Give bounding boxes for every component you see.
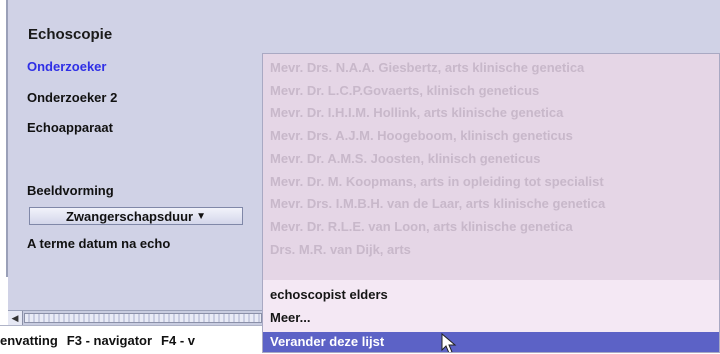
status-item-f4[interactable]: F4 - v — [161, 333, 195, 348]
menu-item[interactable]: Mevr. Dr. M. Koopmans, arts in opleiding… — [270, 174, 604, 189]
section-title: Echoscopie — [28, 26, 113, 43]
menu-item[interactable]: Drs. M.R. van Dijk, arts — [270, 242, 411, 257]
beeldvorming-label: Beeldvorming — [27, 183, 114, 198]
menu-item[interactable]: Mevr. Drs. I.M.B.H. van de Laar, arts kl… — [270, 196, 605, 211]
dropdown-value: Zwangerschapsduur — [65, 208, 194, 224]
status-bar: envatting F3 - navigator F4 - v — [0, 325, 264, 354]
menu-item-echoscopist-elders[interactable]: echoscopist elders — [270, 287, 388, 302]
menu-item[interactable]: Mevr. Dr. R.L.E. van Loon, arts klinisch… — [270, 219, 573, 234]
onderzoeker-label[interactable]: Onderzoeker — [27, 59, 106, 74]
menu-item[interactable]: Mevr. Dr. A.M.S. Joosten, klinisch genet… — [270, 151, 540, 166]
menu-item[interactable]: Mevr. Dr. I.H.I.M. Hollink, arts klinisc… — [270, 105, 563, 120]
a-terme-label: A terme datum na echo — [27, 236, 171, 251]
selected-item-label: Verander deze lijst — [270, 334, 385, 349]
echoapparaat-label: Echoapparaat — [27, 120, 113, 135]
status-item-samenvatting[interactable]: envatting — [0, 333, 58, 348]
menu-item[interactable]: Mevr. Dr. L.C.P.Govaerts, klinisch genet… — [270, 83, 539, 98]
horizontal-scrollbar[interactable]: ◀ — [8, 310, 264, 325]
left-margin — [0, 0, 8, 277]
scroll-left-icon[interactable]: ◀ — [8, 311, 23, 325]
status-item-navigator[interactable]: F3 - navigator — [67, 333, 152, 348]
menu-item-meer[interactable]: Meer... — [270, 310, 310, 325]
onderzoeker2-label: Onderzoeker 2 — [27, 90, 118, 105]
beeldvorming-dropdown[interactable]: Zwangerschapsduur ▼ — [29, 207, 243, 225]
chevron-down-icon: ▼ — [196, 210, 207, 222]
mouse-pointer-icon — [441, 332, 457, 352]
menu-item[interactable]: Mevr. Drs. N.A.A. Giesbertz, arts klinis… — [270, 60, 584, 75]
scroll-thumb[interactable] — [24, 313, 262, 323]
menu-item-verander-deze-lijst[interactable]: Verander deze lijst — [263, 332, 719, 352]
menu-item[interactable]: Mevr. Drs. A.J.M. Hoogeboom, klinisch ge… — [270, 128, 573, 143]
onderzoeker-popup-menu: Mevr. Drs. N.A.A. Giesbertz, arts klinis… — [262, 53, 720, 353]
